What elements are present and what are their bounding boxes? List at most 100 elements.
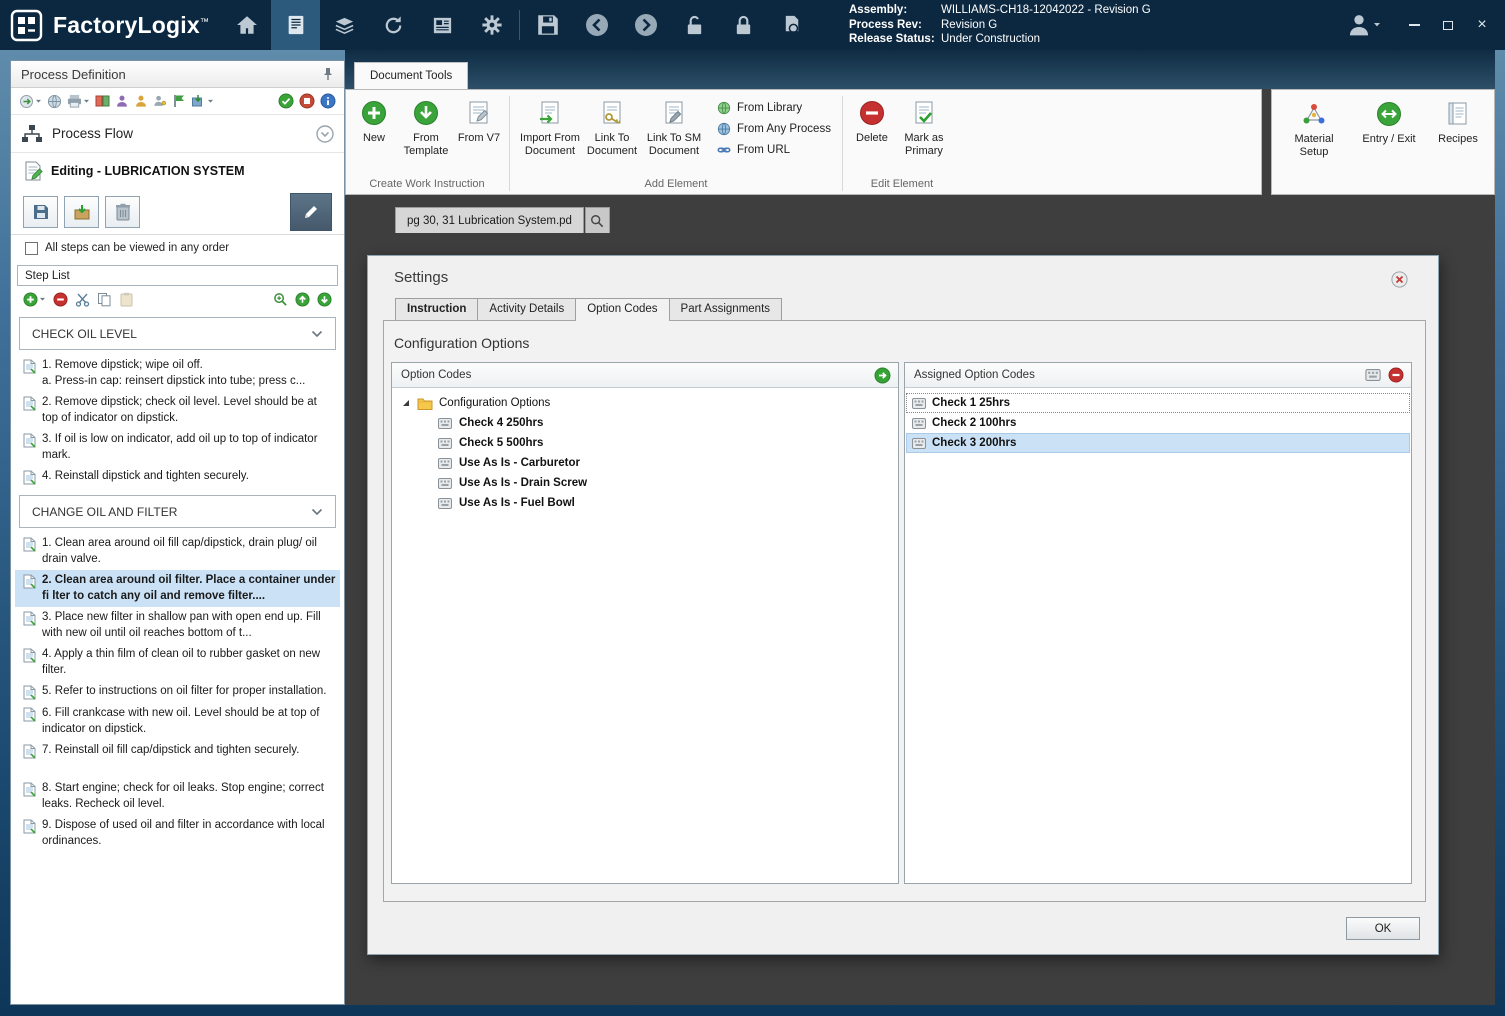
assigned-option-code-item[interactable]: Check 1 25hrs <box>906 393 1410 413</box>
step-group-header[interactable]: CHECK OIL LEVEL <box>19 317 336 350</box>
web-button[interactable] <box>47 94 62 109</box>
audit-search-button[interactable] <box>768 0 817 50</box>
step-item[interactable]: 9. Dispose of used oil and filter in acc… <box>15 815 340 852</box>
step-item[interactable]: 2. Remove dipstick; check oil level. Lev… <box>15 392 340 429</box>
step-item[interactable]: 3. If oil is low on indicator, add oil u… <box>15 429 340 466</box>
check-circle-icon <box>278 93 294 109</box>
option-code-item[interactable]: Use As Is - Drain Screw <box>392 473 898 493</box>
step-item[interactable]: 7. Reinstall oil fill cap/dipstick and t… <box>15 740 340 762</box>
configuration-options-root[interactable]: Configuration Options <box>392 393 898 413</box>
maximize-button[interactable] <box>1439 16 1457 34</box>
back-button[interactable] <box>572 0 621 50</box>
settings-tab[interactable]: Option Codes <box>576 298 669 320</box>
option-code-item[interactable]: Check 4 250hrs <box>392 413 898 433</box>
copy-step-button[interactable] <box>97 292 112 307</box>
chevron-down-icon[interactable] <box>311 330 323 338</box>
delete-element-button[interactable]: Delete <box>850 93 894 175</box>
user-button[interactable] <box>134 94 148 108</box>
new-button[interactable]: New <box>352 93 396 175</box>
export-button[interactable] <box>19 94 42 109</box>
move-step-up-button[interactable] <box>295 292 310 307</box>
permissions-button[interactable] <box>153 94 167 108</box>
preview-step-button[interactable] <box>273 292 288 307</box>
assign-option-code-button[interactable] <box>874 367 891 384</box>
close-window-button[interactable]: × <box>1473 16 1491 34</box>
import-from-document-button[interactable]: Import From Document <box>517 93 583 175</box>
settings-tab[interactable]: Part Assignments <box>670 298 782 320</box>
tree-expander-icon[interactable] <box>401 398 411 408</box>
remove-assigned-code-button[interactable] <box>1388 367 1404 383</box>
print-button[interactable] <box>67 94 90 108</box>
step-item[interactable]: 2. Clean area around oil filter. Place a… <box>15 570 340 607</box>
remove-step-button[interactable] <box>53 292 68 307</box>
mark-as-primary-button[interactable]: Mark as Primary <box>894 93 954 175</box>
step-item[interactable]: 6. Fill crankcase with new oil. Level sh… <box>15 703 340 740</box>
material-setup-button[interactable]: Material Setup <box>1279 94 1349 194</box>
step-item[interactable]: 1. Remove dipstick; wipe oil off. a. Pre… <box>15 355 340 392</box>
from-url-button[interactable]: From URL <box>717 141 831 159</box>
step-item[interactable]: 1. Clean area around oil fill cap/dipsti… <box>15 533 340 570</box>
settings-tab[interactable]: Instruction <box>395 298 478 320</box>
paste-step-button[interactable] <box>119 292 134 307</box>
document-search-button[interactable] <box>585 207 610 233</box>
info-button[interactable] <box>320 93 336 109</box>
home-button[interactable] <box>222 0 271 50</box>
from-template-button[interactable]: From Template <box>396 93 456 175</box>
forward-button[interactable] <box>621 0 670 50</box>
step-group-header[interactable]: CHANGE OIL AND FILTER <box>19 495 336 528</box>
dialog-close-button[interactable] <box>1391 271 1408 288</box>
compare-button[interactable] <box>95 94 110 108</box>
process-flow-row[interactable]: Process Flow <box>11 115 344 153</box>
step-item[interactable]: 4. Apply a thin film of clean oil to rub… <box>15 644 340 681</box>
chevron-down-icon[interactable] <box>311 508 323 516</box>
settings-tab[interactable]: Activity Details <box>478 298 576 320</box>
edit-option-code-button[interactable] <box>1365 369 1381 381</box>
option-code-item[interactable]: Use As Is - Carburetor <box>392 453 898 473</box>
user-menu-button[interactable] <box>1346 12 1381 38</box>
user-roles-button[interactable] <box>115 94 129 108</box>
step-item[interactable]: 3. Place new filter in shallow pan with … <box>15 607 340 644</box>
sync-button[interactable] <box>369 0 418 50</box>
entry-exit-button[interactable]: Entry / Exit <box>1356 94 1422 194</box>
move-step-down-button[interactable] <box>317 292 332 307</box>
document-tab[interactable]: pg 30, 31 Lubrication System.pd <box>395 207 584 233</box>
option-code-item[interactable]: Use As Is - Fuel Bowl <box>392 493 898 513</box>
link-to-sm-document-button[interactable]: Link To SM Document <box>641 93 707 175</box>
validate-button[interactable] <box>278 93 294 109</box>
collapse-circle-icon[interactable] <box>316 125 334 143</box>
tab-document-tools[interactable]: Document Tools <box>354 62 468 89</box>
assigned-option-code-item[interactable]: Check 2 100hrs <box>906 413 1410 433</box>
link-to-document-button[interactable]: Link To Document <box>583 93 641 175</box>
assigned-option-code-item[interactable]: Check 3 200hrs <box>906 433 1410 453</box>
any-order-checkbox[interactable] <box>25 242 38 255</box>
save-button[interactable] <box>523 0 572 50</box>
minimize-button[interactable] <box>1405 16 1423 34</box>
step-item[interactable]: 4. Reinstall dipstick and tighten secure… <box>15 466 340 488</box>
from-library-button[interactable]: From Library <box>717 99 831 117</box>
save-process-button[interactable] <box>23 196 58 228</box>
ok-button[interactable]: OK <box>1346 917 1420 940</box>
step-item[interactable]: 8. Start engine; check for oil leaks. St… <box>15 778 340 815</box>
cut-step-button[interactable] <box>75 292 90 307</box>
pin-icon[interactable] <box>322 67 334 81</box>
from-any-process-button[interactable]: From Any Process <box>717 120 831 138</box>
zoom-add-icon <box>273 292 288 307</box>
deploy-button[interactable] <box>191 94 214 108</box>
import-button[interactable] <box>64 196 99 228</box>
recipes-button[interactable]: Recipes <box>1429 94 1487 194</box>
step-item[interactable]: 5. Refer to instructions on oil filter f… <box>15 681 340 703</box>
lock-button[interactable] <box>719 0 768 50</box>
settings-button[interactable] <box>467 0 516 50</box>
stop-button[interactable] <box>299 93 315 109</box>
work-instructions-button[interactable] <box>271 0 320 50</box>
delete-process-button[interactable] <box>105 196 140 228</box>
unlock-button[interactable] <box>670 0 719 50</box>
documents-stack-button[interactable] <box>320 0 369 50</box>
from-v7-button[interactable]: From V7 <box>456 93 502 175</box>
news-button[interactable] <box>418 0 467 50</box>
edit-mode-button[interactable] <box>290 193 332 231</box>
add-step-button[interactable] <box>23 292 46 307</box>
option-code-label: Use As Is - Carburetor <box>459 457 580 469</box>
option-code-item[interactable]: Check 5 500hrs <box>392 433 898 453</box>
publish-button[interactable] <box>172 94 186 108</box>
